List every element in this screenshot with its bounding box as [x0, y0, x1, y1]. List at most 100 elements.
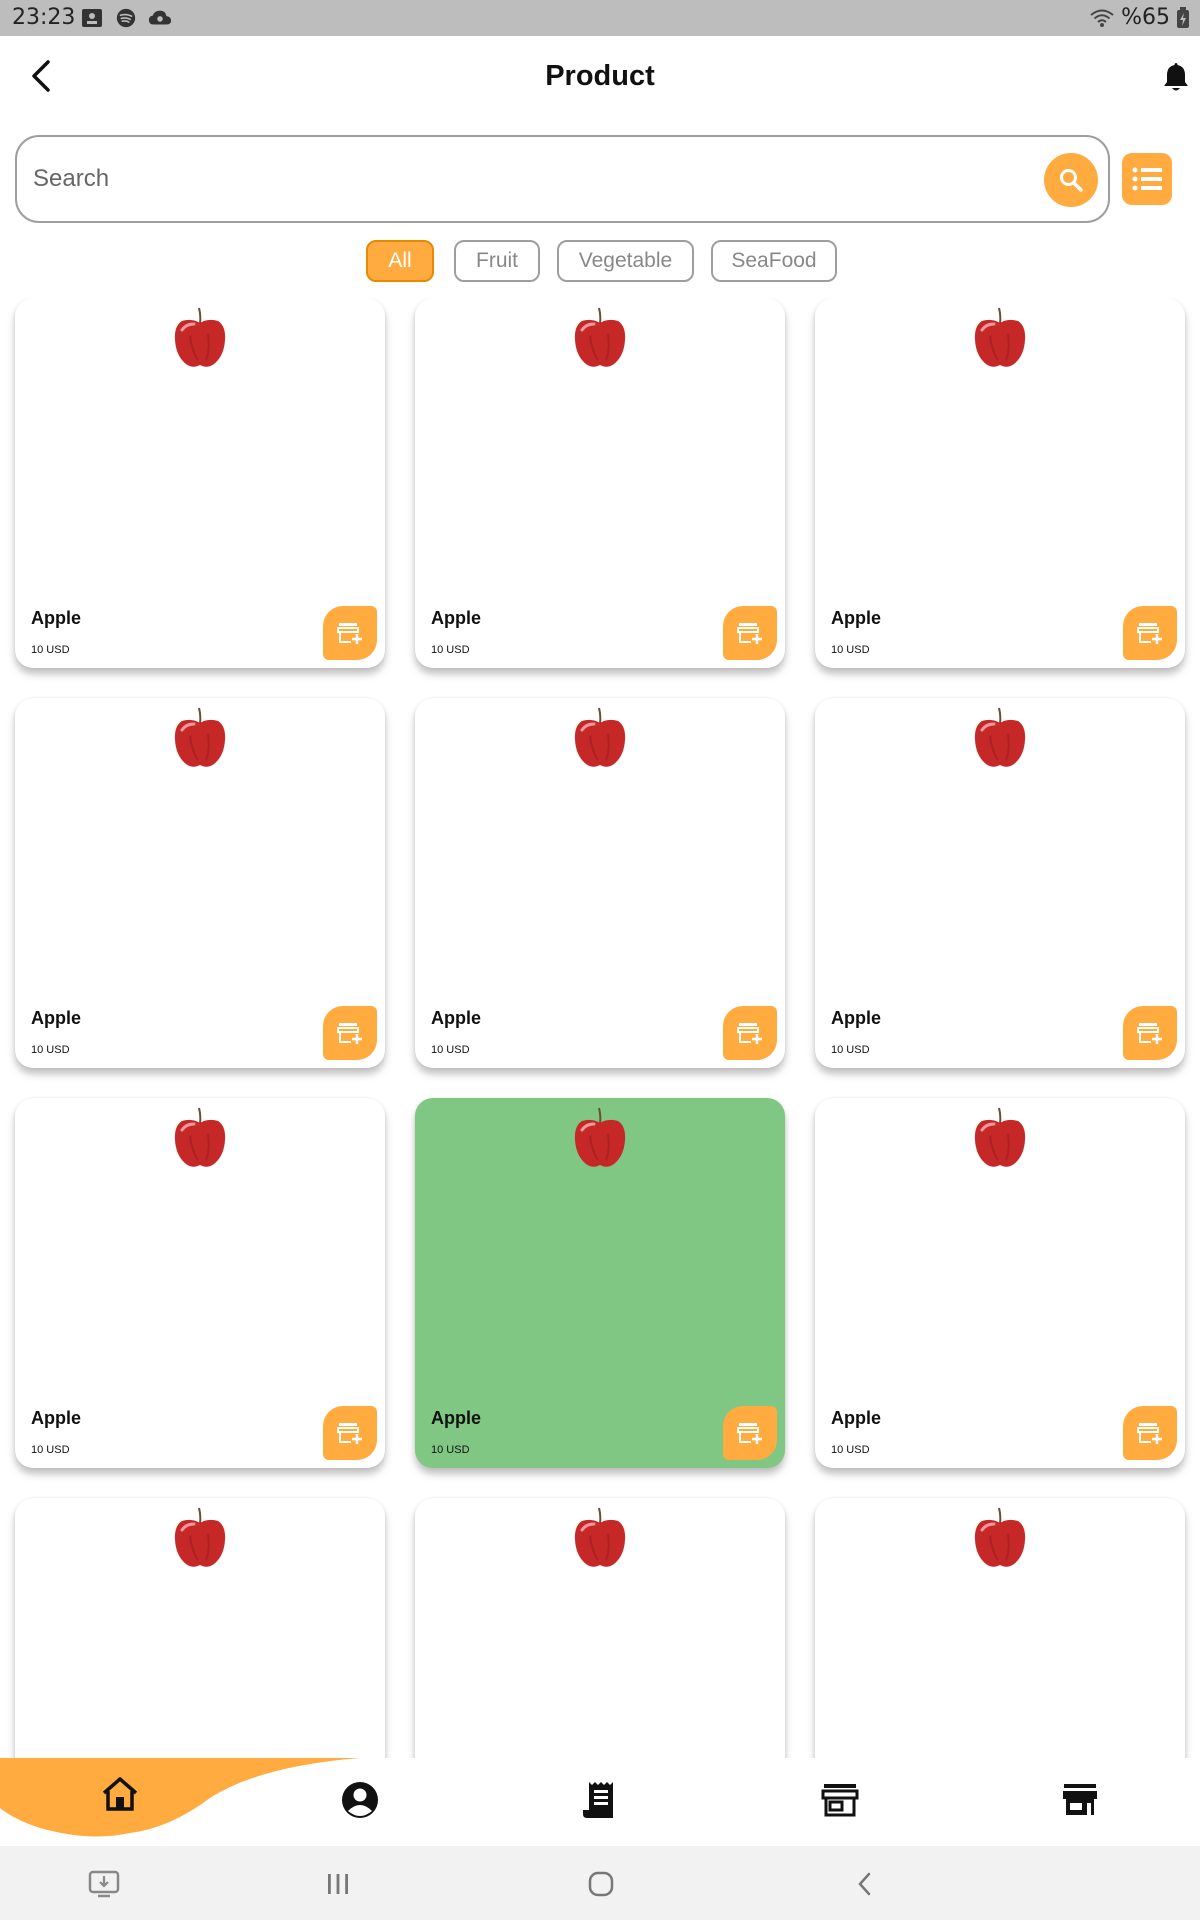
- status-bar: 23:23 %65: [0, 0, 1200, 36]
- search-icon: [1060, 169, 1083, 192]
- product-price: 10 USD: [31, 644, 70, 656]
- add-to-cart-icon: [1137, 1423, 1162, 1444]
- notification-icons: [80, 7, 172, 29]
- product-price: 10 USD: [431, 1044, 470, 1056]
- nav-home[interactable]: [96, 1770, 144, 1818]
- category-filters: All Fruit Vegetable SeaFood: [0, 240, 1200, 282]
- system-home-button[interactable]: [581, 1864, 621, 1904]
- product-card[interactable]: Apple 10 USD: [815, 1098, 1185, 1468]
- product-price: 10 USD: [831, 1044, 870, 1056]
- apple-image: [574, 707, 626, 767]
- product-price: 10 USD: [831, 1444, 870, 1456]
- search-button[interactable]: [1044, 153, 1098, 207]
- product-card[interactable]: Apple 10 USD: [15, 698, 385, 1068]
- add-to-cart-icon: [337, 1423, 362, 1444]
- product-price: 10 USD: [831, 644, 870, 656]
- product-price: 10 USD: [431, 644, 470, 656]
- product-card[interactable]: Apple 10 USD: [815, 298, 1185, 668]
- notification-app-icon: [82, 9, 102, 27]
- filter-chip-all[interactable]: All: [366, 240, 434, 282]
- add-to-cart-icon: [1137, 623, 1162, 644]
- product-card[interactable]: Apple 10 USD: [415, 298, 785, 668]
- add-to-cart-icon: [737, 1423, 762, 1444]
- receipt-icon: [583, 1782, 613, 1818]
- product-card[interactable]: Apple 10 USD: [15, 298, 385, 668]
- active-tab-wave: [0, 1758, 360, 1837]
- add-to-cart-icon: [1137, 1023, 1162, 1044]
- apple-image: [574, 307, 626, 367]
- product-card[interactable]: Apple 10 USD: [15, 1098, 385, 1468]
- system-back-icon: [858, 1872, 871, 1896]
- filter-chip-vegetable[interactable]: Vegetable: [557, 240, 694, 282]
- notifications-button[interactable]: [1160, 60, 1196, 96]
- add-to-cart-button[interactable]: [323, 606, 377, 660]
- product-card[interactable]: Apple10 USD: [415, 1498, 785, 1758]
- list-view-button[interactable]: [1122, 153, 1172, 205]
- app-header: Product: [0, 36, 1200, 120]
- add-to-cart-icon: [737, 1023, 762, 1044]
- store-icon: [1063, 1784, 1097, 1815]
- bottom-navigation: [0, 1758, 1200, 1846]
- add-to-cart-button[interactable]: [723, 1406, 777, 1460]
- status-right: %65: [1089, 5, 1190, 30]
- add-to-cart-button[interactable]: [1123, 1406, 1177, 1460]
- add-to-cart-button[interactable]: [1123, 606, 1177, 660]
- product-name: Apple: [431, 1408, 482, 1428]
- system-screen-button[interactable]: [84, 1864, 124, 1904]
- add-to-cart-button[interactable]: [323, 1006, 377, 1060]
- store-outline-icon: [821, 1784, 859, 1817]
- product-name: Apple: [31, 608, 82, 628]
- page-title: Product: [545, 60, 655, 92]
- product-name: Apple: [831, 608, 882, 628]
- wifi-icon: [1090, 9, 1114, 27]
- add-to-cart-button[interactable]: [1123, 1006, 1177, 1060]
- system-recents-button[interactable]: [318, 1864, 358, 1904]
- list-icon: [1132, 167, 1162, 191]
- cloud-sync-icon: [148, 10, 172, 25]
- apple-image: [174, 1507, 226, 1567]
- product-name: Apple: [831, 1408, 882, 1428]
- nav-store-add[interactable]: [816, 1776, 864, 1824]
- product-card[interactable]: Apple10 USD: [815, 1498, 1185, 1758]
- apple-image: [574, 1507, 626, 1567]
- home-icon: [102, 1777, 138, 1811]
- apple-image: [974, 1507, 1026, 1567]
- product-card[interactable]: Apple 10 USD: [415, 698, 785, 1068]
- product-card[interactable]: Apple10 USD: [15, 1498, 385, 1758]
- apple-image: [574, 1107, 626, 1167]
- product-name: Apple: [31, 1008, 82, 1028]
- add-to-cart-button[interactable]: [723, 606, 777, 660]
- product-name: Apple: [431, 608, 482, 628]
- add-to-cart-button[interactable]: [323, 1406, 377, 1460]
- add-to-cart-icon: [737, 623, 762, 644]
- search-input[interactable]: [33, 157, 1013, 201]
- nav-orders[interactable]: [576, 1776, 624, 1824]
- product-card[interactable]: Apple10 USD: [415, 1098, 785, 1468]
- add-to-cart-icon: [337, 623, 362, 644]
- product-price: 10 USD: [31, 1044, 70, 1056]
- battery-percent: %65: [1121, 5, 1170, 30]
- apple-image: [974, 307, 1026, 367]
- apple-image: [174, 307, 226, 367]
- apple-image: [974, 1107, 1026, 1167]
- recents-icon: [328, 1874, 348, 1894]
- filter-chip-seafood[interactable]: SeaFood: [711, 240, 837, 282]
- bell-icon: [1164, 63, 1188, 91]
- add-to-cart-button[interactable]: [723, 1006, 777, 1060]
- product-card[interactable]: Apple 10 USD: [815, 698, 1185, 1068]
- apple-image: [174, 707, 226, 767]
- product-name: Apple: [431, 1008, 482, 1028]
- system-navigation-bar: [0, 1846, 1200, 1920]
- nav-store[interactable]: [1056, 1776, 1104, 1824]
- product-name: Apple: [831, 1008, 882, 1028]
- apple-image: [174, 1107, 226, 1167]
- spotify-icon: [116, 8, 136, 28]
- add-to-cart-icon: [337, 1023, 362, 1044]
- product-price: 10 USD: [31, 1444, 70, 1456]
- screen-icon: [88, 1870, 120, 1898]
- nav-profile[interactable]: [336, 1776, 384, 1824]
- filter-chip-fruit[interactable]: Fruit: [454, 240, 540, 282]
- search-bar: [15, 135, 1110, 223]
- product-name: Apple: [31, 1408, 82, 1428]
- system-back-button[interactable]: [845, 1864, 885, 1904]
